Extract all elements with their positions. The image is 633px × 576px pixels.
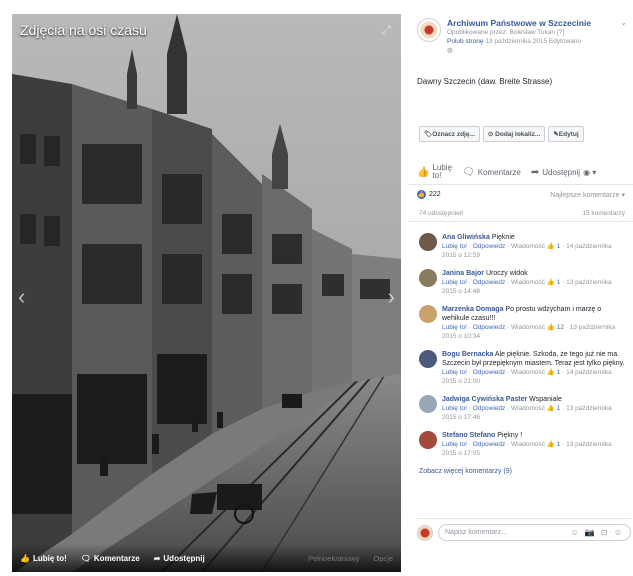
comment-reply-link[interactable]: Odpowiedz (473, 279, 506, 286)
add-location-button[interactable]: ⊙ Dodaj lokaliz... (482, 126, 546, 142)
comment-item: Marzenka Domaga Po prostu wdzycham i mar… (419, 305, 627, 341)
comment-message-link[interactable]: Wiadomość (511, 369, 545, 376)
composer-icons[interactable]: ☺ 📷 ⊡ ☺ (570, 528, 624, 537)
reaction-count[interactable]: 👍 222 (417, 190, 441, 199)
edited-label[interactable]: Edytowano (549, 38, 581, 45)
comment-author[interactable]: Marzenka Domaga (442, 306, 503, 313)
post-actions: 👍 Lubię to! 🗨 Komentarze ➦ Udostępnij ◉ ▾ (409, 142, 633, 185)
comment-like-count[interactable]: 👍 12 (547, 324, 564, 331)
comment-text: Wspaniale (529, 396, 562, 403)
commenter-avatar[interactable] (419, 269, 437, 287)
viewer-action-bar: 👍 Lubię to! 🗨 Komentarze ➦ Udostępnij Pełno… (12, 544, 401, 572)
comment-like-link[interactable]: Lubię to! (442, 441, 467, 448)
comment-like-link[interactable]: Lubię to! (442, 243, 467, 250)
comment-item: Janina Bajor Uroczy widok Lubię to! · Od… (419, 269, 627, 296)
comment-reply-link[interactable]: Odpowiedz (473, 324, 506, 331)
comment-like-link[interactable]: Lubię to! (442, 324, 467, 331)
comment-author[interactable]: Stefano Stefano (442, 432, 495, 439)
like-button[interactable]: 👍 Lubię to! (417, 164, 452, 180)
comment-message-link[interactable]: Wiadomość (511, 324, 545, 331)
viewer-comment-button[interactable]: 🗨 Komentarze (81, 554, 140, 563)
page-avatar[interactable] (417, 18, 441, 42)
commenter-avatar[interactable] (419, 395, 437, 413)
chevron-down-icon[interactable]: ⌄ (620, 18, 627, 55)
comment-author[interactable]: Bogu Bernacka (442, 351, 493, 358)
commenter-avatar[interactable] (419, 431, 437, 449)
comment-like-count[interactable]: 👍 1 (547, 243, 561, 250)
comment-sort-dropdown[interactable]: Najlepsze komentarze ▾ (550, 191, 625, 199)
viewer-like-button[interactable]: 👍 Lubię to! (20, 554, 67, 563)
tag-photo-button[interactable]: 🏷Oznacz zdję... (419, 126, 480, 142)
edit-button[interactable]: ✎Edytuj (548, 126, 584, 142)
commenter-avatar[interactable] (419, 350, 437, 368)
comment-composer: Napisz komentarz... ☺ 📷 ⊡ ☺ (417, 518, 631, 541)
comment-reply-link[interactable]: Odpowiedz (473, 405, 506, 412)
fullscreen-icon[interactable]: ⤢ (381, 23, 391, 38)
comment-icon: 🗨 (80, 553, 91, 563)
comment-message-link[interactable]: Wiadomość (511, 279, 545, 286)
published-by: Opublikowane przez: Bolesław Tukan [?] (447, 29, 565, 36)
page-avatar-small (417, 524, 433, 541)
comment-text: Piękny ! (497, 432, 523, 439)
post-header: Archiwum Państwowe w Szczecinie Opubliko… (409, 14, 633, 55)
reactions-row: 👍 222 Najlepsze komentarze ▾ (409, 185, 633, 204)
thumbs-up-icon: 👍 (417, 166, 430, 178)
comment-message-link[interactable]: Wiadomość (511, 441, 545, 448)
comment-text: Uroczy widok (485, 270, 528, 277)
page-name[interactable]: Archiwum Państwowe w Szczecinie (447, 18, 591, 28)
photo-viewer: Zdjęcia na osi czasu ⤢ ‹ › 👍 Lubię to! 🗨 K… (12, 14, 401, 572)
shares-row: 74 udostępnień 15 komentarzy (409, 204, 633, 222)
comments-count[interactable]: 15 komentarzy (582, 210, 625, 217)
comment-reply-link[interactable]: Odpowiedz (473, 441, 506, 448)
post-caption: Dawny Szczecin (daw. Breite Strasse) (417, 77, 553, 86)
chevron-right-icon[interactable]: › (388, 284, 395, 310)
share-icon: ➦ (530, 166, 540, 178)
comment-author[interactable]: Ana Gliwińska (442, 234, 490, 241)
viewer-options-link[interactable]: Opcje (373, 554, 393, 563)
comment-item: Jadwiga Cywińska Paster Wspaniale Lubię … (419, 395, 627, 422)
comment-item: Bogu Bernacka Ale pięknie. Szkoda, że te… (419, 350, 627, 386)
comment-like-count[interactable]: 👍 1 (547, 279, 561, 286)
album-title[interactable]: Zdjęcia na osi czasu (20, 22, 147, 38)
photo-tools: 🏷Oznacz zdję... ⊙ Dodaj lokaliz... ✎Edyt… (409, 86, 633, 142)
comment-input[interactable]: Napisz komentarz... ☺ 📷 ⊡ ☺ (438, 524, 631, 541)
post-date[interactable]: 13 października 2015 (485, 38, 547, 45)
thumbs-up-icon: 👍 (20, 553, 30, 563)
post-panel: Archiwum Państwowe w Szczecinie Opubliko… (409, 14, 633, 572)
like-bubble-icon: 👍 (417, 190, 426, 199)
comment-reply-link[interactable]: Odpowiedz (473, 369, 506, 376)
more-comments-link[interactable]: Zobacz więcej komentarzy (9) (409, 458, 633, 475)
comment-message-link[interactable]: Wiadomość (511, 243, 545, 250)
share-dropdown-icon[interactable]: ◉ ▾ (583, 168, 596, 177)
comment-icon: 🗨 (462, 166, 475, 178)
commenter-avatar[interactable] (419, 233, 437, 251)
comment-author[interactable]: Janina Bajor (442, 270, 484, 277)
comment-text: Pięknie (491, 234, 515, 241)
comment-like-count[interactable]: 👍 1 (547, 405, 561, 412)
chevron-left-icon[interactable]: ‹ (18, 284, 25, 310)
commenter-avatar[interactable] (419, 305, 437, 323)
share-button[interactable]: ➦ Udostępnij ◉ ▾ (531, 167, 596, 178)
viewer-share-button[interactable]: ➦ Udostępnij (154, 554, 205, 563)
comment-like-count[interactable]: 👍 1 (547, 441, 561, 448)
globe-icon: ◍ (447, 47, 453, 54)
street-photo[interactable] (12, 14, 401, 572)
comment-list: Ana Gliwińska Pięknie Lubię to! · Odpowi… (409, 222, 633, 458)
share-icon: ➦ (153, 553, 161, 563)
comment-button[interactable]: 🗨 Komentarze (462, 167, 521, 178)
comment-item: Stefano Stefano Piękny ! Lubię to! · Odp… (419, 431, 627, 458)
comment-like-link[interactable]: Lubię to! (442, 405, 467, 412)
comment-item: Ana Gliwińska Pięknie Lubię to! · Odpowi… (419, 233, 627, 260)
viewer-fullscreen-link[interactable]: Pełnoekranowy (308, 554, 359, 563)
like-page-link[interactable]: Polub stronę (447, 38, 484, 45)
comment-message-link[interactable]: Wiadomość (511, 405, 545, 412)
comment-like-link[interactable]: Lubię to! (442, 279, 467, 286)
comment-author[interactable]: Jadwiga Cywińska Paster (442, 396, 527, 403)
shares-count[interactable]: 74 udostępnień (419, 210, 463, 217)
comment-reply-link[interactable]: Odpowiedz (473, 243, 506, 250)
comment-like-link[interactable]: Lubię to! (442, 369, 467, 376)
comment-like-count[interactable]: 👍 1 (547, 369, 561, 376)
